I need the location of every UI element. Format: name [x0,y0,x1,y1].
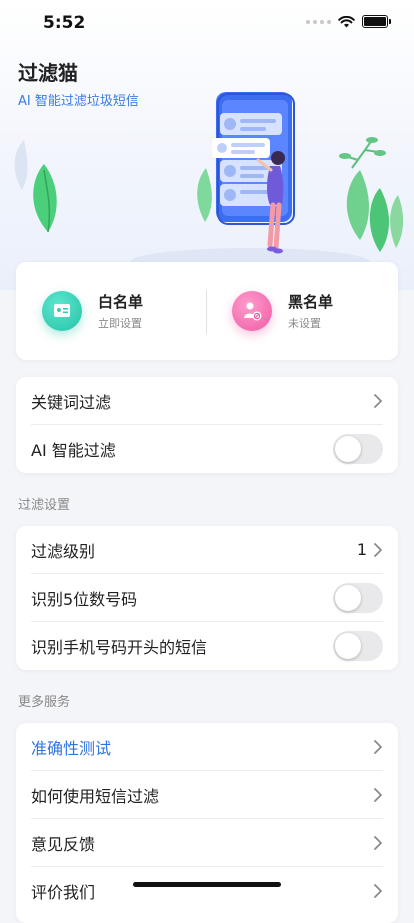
blacklist-status: 未设置 [288,317,321,330]
blacklist-icon [232,291,272,331]
blacklist-title: 黑名单 [288,293,334,311]
list-settings-card: 白名单 立即设置 黑名单 未设置 [16,262,398,360]
chevron-right-icon [374,542,382,557]
wifi-icon [338,15,355,27]
rate-us-label: 评价我们 [31,883,96,902]
chevron-right-icon [374,787,382,802]
more-services-card: 准确性测试 如何使用短信过滤 意见反馈 评价我们 [16,723,398,923]
five-digit-label: 识别5位数号码 [31,589,138,609]
chevron-right-icon [374,393,382,408]
whitelist-status: 立即设置 [98,317,142,330]
home-indicator[interactable] [133,882,281,887]
ai-filter-label: AI 智能过滤 [31,441,116,460]
rate-us-row[interactable]: 评价我们 [31,867,383,915]
status-time: 5:52 [43,13,86,33]
how-to-use-label: 如何使用短信过滤 [31,786,160,806]
ai-filter-row: AI 智能过滤 [31,425,383,473]
feedback-label: 意见反馈 [31,834,96,854]
feedback-row[interactable]: 意见反馈 [31,819,383,867]
mobile-prefix-toggle[interactable] [333,631,383,661]
filter-level-row[interactable]: 过滤级别 1 [31,526,383,574]
keyword-filter-row[interactable]: 关键词过滤 [31,377,383,425]
five-digit-row: 识别5位数号码 [31,574,383,622]
filter-level-value: 1 [356,540,367,559]
card-divider [206,290,207,334]
how-to-use-row[interactable]: 如何使用短信过滤 [31,771,383,819]
filter-settings-card: 过滤级别 1 识别5位数号码 识别手机号码开头的短信 [16,526,398,670]
more-services-heading: 更多服务 [18,695,71,710]
chevron-right-icon [374,739,382,754]
page-title: 过滤猫 [18,61,78,85]
header-illustration [14,92,404,276]
blacklist-entry[interactable]: 黑名单 未设置 [232,262,414,360]
accuracy-test-label: 准确性测试 [31,738,112,758]
status-indicators [306,15,391,28]
page-subtitle: AI 智能过滤垃圾短信 [18,94,139,109]
keyword-filter-label: 关键词过滤 [31,392,112,412]
whitelist-title: 白名单 [98,293,144,311]
chevron-right-icon [374,884,382,898]
signal-icon [306,19,331,24]
accuracy-test-row[interactable]: 准确性测试 [31,723,383,771]
filter-settings-heading: 过滤设置 [18,498,71,513]
main-options-card: 关键词过滤 AI 智能过滤 [16,377,398,473]
chevron-right-icon [374,835,382,850]
whitelist-icon [42,291,82,331]
mobile-prefix-label: 识别手机号码开头的短信 [31,638,208,657]
filter-level-label: 过滤级别 [31,541,96,561]
mobile-prefix-row: 识别手机号码开头的短信 [31,622,383,670]
whitelist-entry[interactable]: 白名单 立即设置 [42,262,232,360]
ai-filter-toggle[interactable] [333,434,383,464]
five-digit-toggle[interactable] [333,582,383,613]
battery-icon [362,15,391,28]
header-banner: 5:52 过滤猫 AI 智能过滤垃圾短信 [0,0,414,290]
